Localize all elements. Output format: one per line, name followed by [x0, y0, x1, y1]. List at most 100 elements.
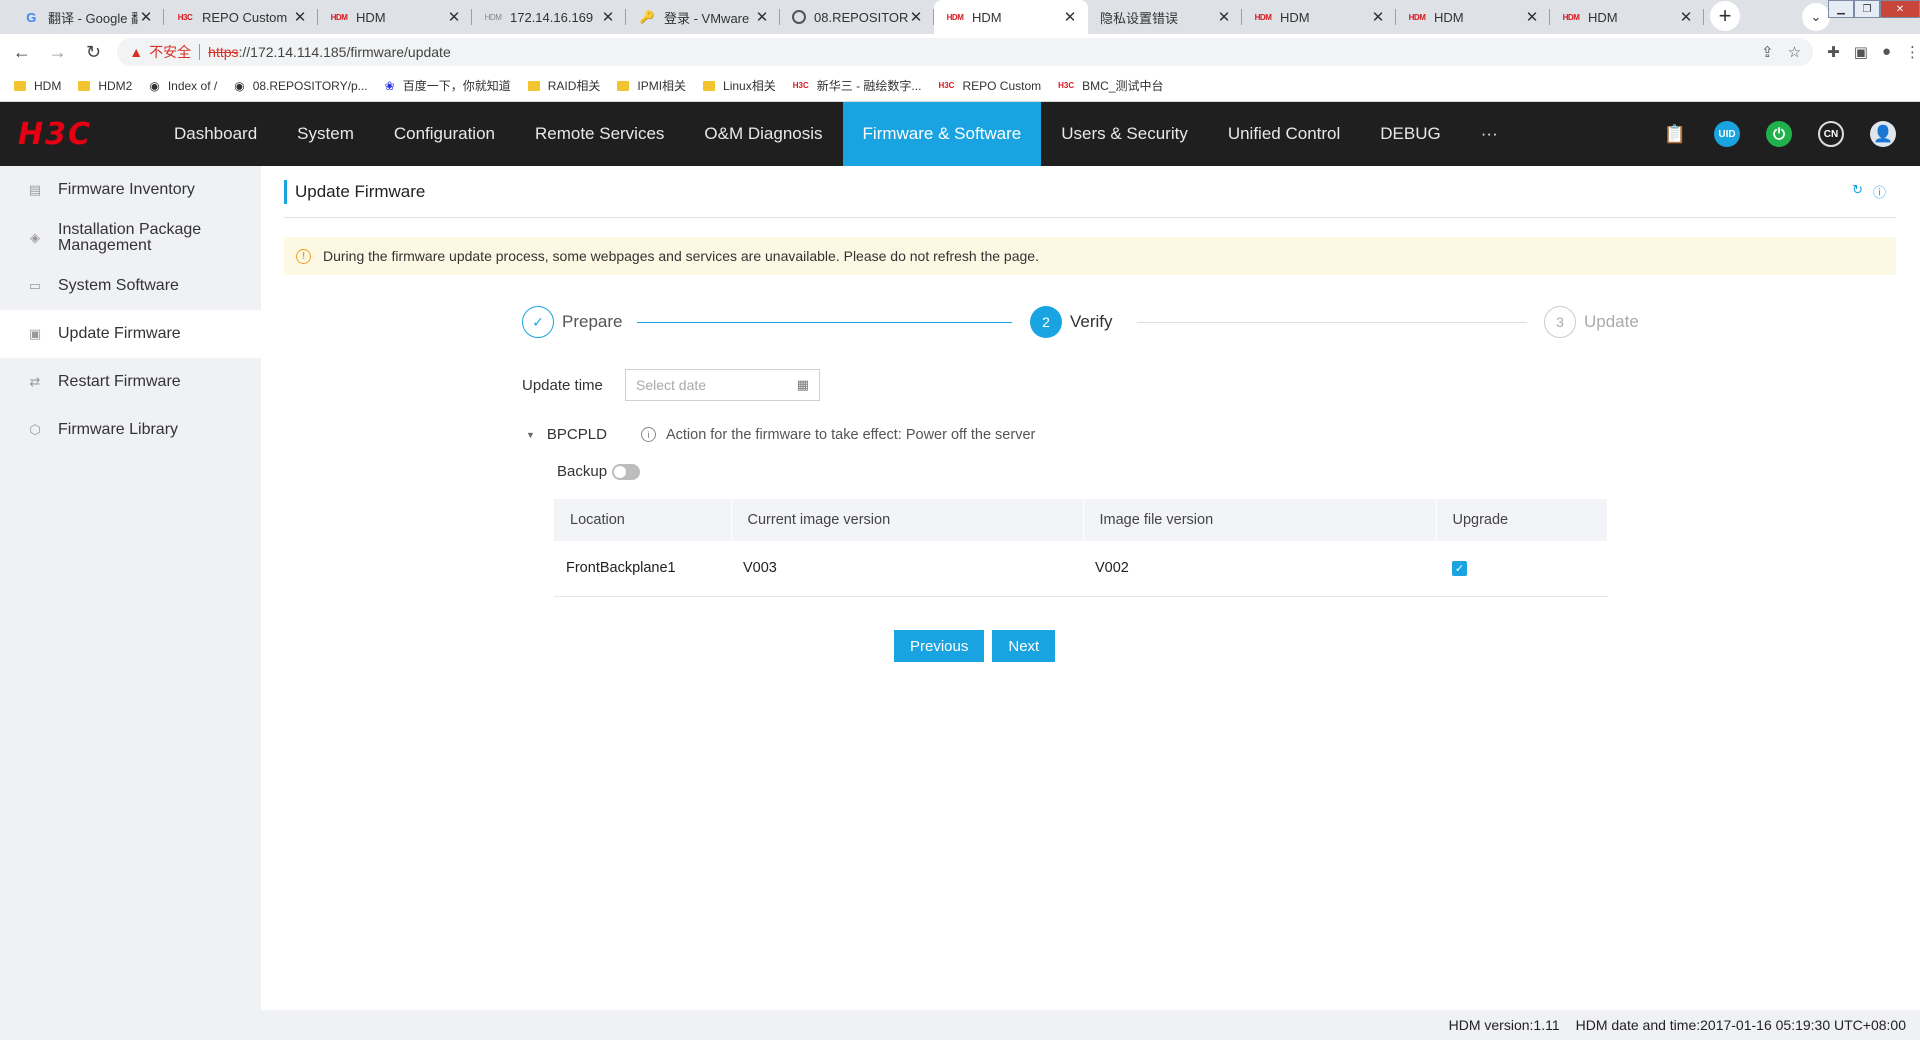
browser-tab-active[interactable]: HDM HDM ✕	[934, 0, 1088, 34]
info-icon: i	[640, 427, 656, 442]
bookmark-item[interactable]: RAID相关	[527, 77, 600, 94]
browser-tab[interactable]: HDM HDM ✕	[1242, 0, 1396, 34]
new-tab-button[interactable]: +	[1710, 1, 1740, 31]
step-number: 2	[1030, 306, 1062, 338]
menu-unified-control[interactable]: Unified Control	[1208, 102, 1360, 166]
close-icon[interactable]: ✕	[1678, 8, 1694, 26]
reload-icon[interactable]: ↻	[80, 38, 108, 66]
sidebar-item-system-software[interactable]: ▭ System Software	[0, 262, 261, 310]
power-icon[interactable]: ⏻	[1766, 121, 1792, 147]
menu-system[interactable]: System	[277, 102, 374, 166]
menu-remote-services[interactable]: Remote Services	[515, 102, 684, 166]
h3c-icon: H3C	[177, 12, 193, 22]
close-icon[interactable]: ✕	[446, 8, 462, 26]
minimize-icon[interactable]: ▁	[1828, 0, 1854, 18]
upgrade-checkbox[interactable]: ✓	[1452, 560, 1467, 576]
close-icon[interactable]: ✕	[1216, 8, 1232, 26]
cell-upgrade: ✓	[1436, 541, 1608, 597]
table-header-row: Location Current image version Image fil…	[554, 499, 1608, 541]
caret-down-icon[interactable]: ▼	[526, 430, 535, 440]
menu-users-security[interactable]: Users & Security	[1041, 102, 1208, 166]
sidebar-item-installation-package[interactable]: ◈ Installation Package Management	[0, 214, 261, 262]
status-footer: HDM version:1.11 HDM date and time:2017-…	[0, 1010, 1920, 1040]
bookmark-item[interactable]: H3C REPO Custom	[938, 79, 1041, 93]
previous-button[interactable]: Previous	[894, 630, 985, 662]
browser-tab[interactable]: HDM 172.14.16.169 ✕	[472, 0, 626, 34]
omnibox-actions: ⇪ ☆	[1761, 43, 1813, 61]
inventory-icon: ▤	[28, 182, 42, 197]
address-bar-row: ← → ↻ ▲ 不安全 https ://172.14.114.185/firm…	[0, 34, 1920, 70]
bookmark-item[interactable]: ◉ Index of /	[149, 79, 217, 93]
bookmark-item[interactable]: HDM2	[78, 79, 132, 93]
url-bar[interactable]: ▲ 不安全 https ://172.14.114.185/firmware/u…	[117, 38, 1814, 66]
share-icon[interactable]: ⇪	[1761, 43, 1774, 61]
close-icon[interactable]: ✕	[908, 8, 924, 26]
sidebar-item-firmware-library[interactable]: ⬡ Firmware Library	[0, 406, 261, 454]
close-icon[interactable]: ✕	[1062, 8, 1078, 26]
menu-debug[interactable]: DEBUG	[1360, 102, 1460, 166]
next-button[interactable]: Next	[992, 630, 1056, 662]
maximize-icon[interactable]: ❐	[1854, 0, 1880, 18]
menu-firmware-software[interactable]: Firmware & Software	[842, 102, 1042, 166]
menu-dashboard[interactable]: Dashboard	[154, 102, 277, 166]
close-icon[interactable]: ✕	[600, 8, 616, 26]
uid-icon[interactable]: UID	[1714, 121, 1740, 147]
date-picker-input[interactable]: Select date ▦	[625, 369, 820, 401]
browser-tab[interactable]: 隐私设置错误 ✕	[1088, 0, 1242, 34]
menu-om-diagnosis[interactable]: O&M Diagnosis	[684, 102, 842, 166]
bookmark-item[interactable]: ❀ 百度一下，你就知道	[385, 77, 511, 94]
h3c-logo[interactable]: H3C	[0, 102, 144, 166]
bookmark-item[interactable]: HDM	[14, 79, 61, 93]
folder-icon	[14, 80, 26, 91]
close-icon[interactable]: ✕	[292, 8, 308, 26]
browser-tab[interactable]: 08.REPOSITORY ✕	[780, 0, 934, 34]
bookmark-item[interactable]: H3C BMC_测试中台	[1058, 77, 1163, 94]
sidebar-item-firmware-inventory[interactable]: ▤ Firmware Inventory	[0, 166, 261, 214]
menu-configuration[interactable]: Configuration	[374, 102, 515, 166]
browser-tab[interactable]: 🔑 登录 - VMware ✕	[626, 0, 780, 34]
backup-toggle[interactable]	[612, 463, 641, 480]
bookmark-item[interactable]: Linux相关	[703, 77, 776, 94]
close-icon[interactable]: ✕	[1524, 8, 1540, 26]
close-icon[interactable]: ✕	[138, 8, 154, 26]
browser-tab[interactable]: G 翻译 - Google 翻 ✕	[10, 0, 164, 34]
browser-tab[interactable]: HDM HDM ✕	[1550, 0, 1704, 34]
back-arrow-icon[interactable]: ←	[8, 38, 36, 66]
sidebar-item-restart-firmware[interactable]: ⇄ Restart Firmware	[0, 358, 261, 406]
bookmark-item[interactable]: H3C 新华三 - 融绘数字...	[793, 77, 922, 94]
browser-tab[interactable]: HDM HDM ✕	[318, 0, 472, 34]
date-placeholder: Select date	[636, 377, 707, 393]
star-icon[interactable]: ☆	[1788, 43, 1801, 61]
browser-tab[interactable]: H3C REPO Custom ✕	[164, 0, 318, 34]
forward-arrow-icon[interactable]: →	[44, 38, 72, 66]
browser-tab[interactable]: HDM HDM ✕	[1396, 0, 1550, 34]
sidepanel-icon[interactable]: ▣	[1854, 43, 1868, 61]
language-icon[interactable]: CN	[1818, 121, 1844, 147]
sidebar-item-update-firmware[interactable]: ▣ Update Firmware	[0, 310, 261, 358]
extension-icons: ✚ ▣ ● ⋮	[1827, 43, 1920, 61]
close-icon[interactable]: ✕	[1370, 8, 1386, 26]
window-close-icon[interactable]: ✕	[1880, 0, 1920, 18]
baidu-paw-icon: ❀	[384, 78, 395, 93]
url-text: ://172.14.114.185/firmware/update	[238, 44, 451, 60]
folder-icon	[527, 80, 540, 91]
clipboard-icon[interactable]: 📋	[1662, 121, 1688, 147]
profile-icon[interactable]: ●	[1882, 43, 1891, 61]
puzzle-icon[interactable]: ✚	[1827, 43, 1840, 61]
help-icon[interactable]: ⓘ	[1873, 182, 1886, 201]
cell-location: FrontBackplane1	[554, 541, 731, 597]
hdm-icon: HDM	[1562, 12, 1580, 22]
globe-icon	[792, 10, 806, 24]
kebab-menu-icon[interactable]: ⋮	[1905, 43, 1920, 61]
column-header: Upgrade	[1436, 499, 1608, 541]
close-icon[interactable]: ✕	[754, 8, 770, 26]
user-avatar-icon[interactable]: 👤	[1870, 121, 1896, 147]
h3c-icon: H3C	[792, 81, 809, 90]
bookmark-item[interactable]: IPMI相关	[617, 77, 686, 94]
globe-icon: ◉	[234, 78, 245, 93]
menu-more[interactable]: ···	[1461, 102, 1518, 166]
browser-tab-bar: G 翻译 - Google 翻 ✕ H3C REPO Custom ✕ HDM HDM ✕ …	[0, 0, 1920, 34]
bookmark-item[interactable]: ◉ 08.REPOSITORY/p...	[234, 79, 367, 93]
refresh-icon[interactable]: ↻	[1852, 182, 1863, 201]
chevron-down-icon[interactable]: ⌄	[1802, 3, 1830, 31]
